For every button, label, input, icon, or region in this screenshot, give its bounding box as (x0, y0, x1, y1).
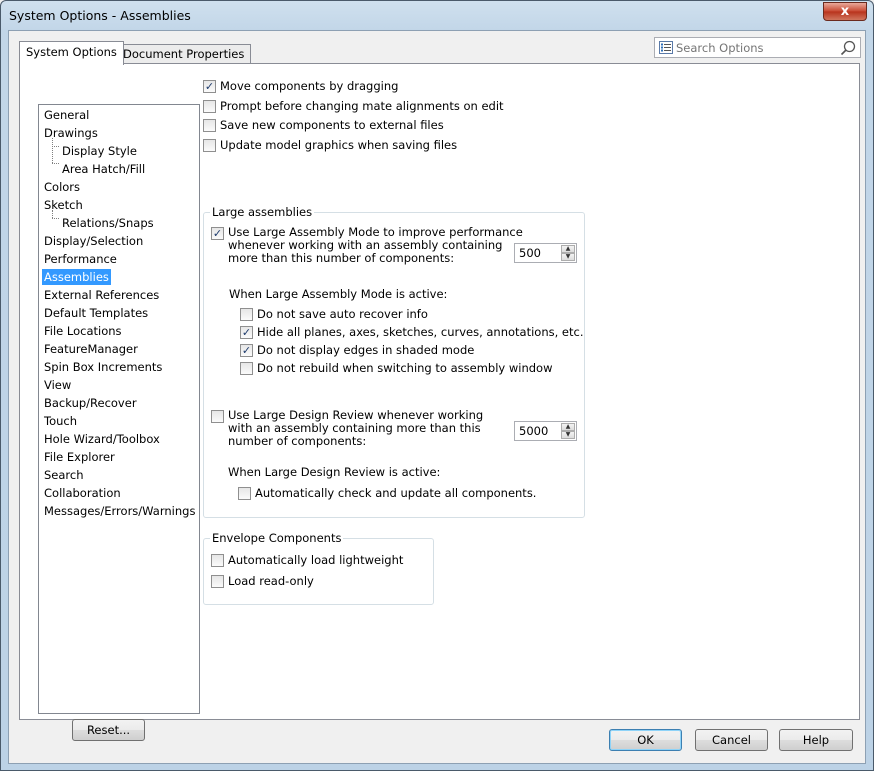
envelope-components-title: Envelope Components (210, 531, 344, 545)
tree-item[interactable]: Assemblies (42, 269, 111, 285)
lam-threshold-spinbox[interactable]: ▲ ▼ (514, 243, 577, 263)
top-option-label: Move components by dragging (220, 79, 399, 93)
ldr-threshold-spinbox[interactable]: ▲ ▼ (514, 421, 577, 441)
tree-item[interactable]: Hole Wizard/Toolbox (42, 431, 162, 447)
top-option-checkbox[interactable] (203, 99, 216, 113)
envelope-option-label: Automatically load lightweight (228, 553, 404, 567)
search-options-box[interactable] (654, 37, 861, 58)
ldr-description-line3: number of components: (228, 434, 367, 448)
tree-connector (52, 138, 53, 163)
close-button[interactable]: x (823, 2, 867, 21)
tree-item[interactable]: Backup/Recover (42, 395, 139, 411)
spin-up-arrow-icon[interactable]: ▲ (561, 423, 575, 431)
tree-item[interactable]: General (42, 107, 91, 123)
tree-item[interactable]: Area Hatch/Fill (60, 161, 147, 177)
tree-item[interactable]: Messages/Errors/Warnings (42, 503, 197, 519)
spin-down-arrow-icon[interactable]: ▼ (561, 253, 575, 261)
lam-active-label: When Large Assembly Mode is active: (229, 287, 448, 301)
envelope-option-checkbox[interactable] (211, 554, 224, 567)
dialog-client: System Options Document Properties Searc… (8, 30, 866, 764)
envelope-option-label: Load read-only (228, 574, 314, 588)
tree-item[interactable]: Sketch (42, 197, 85, 213)
ok-button[interactable]: OK (609, 729, 682, 751)
tree-item[interactable]: Search (42, 467, 86, 483)
tab-document-properties[interactable]: Document Properties (116, 44, 252, 64)
tree-item[interactable]: Colors (42, 179, 82, 195)
lam-sub-option-checkbox[interactable]: ✓ (240, 326, 253, 339)
tree-item[interactable]: FeatureManager (42, 341, 140, 357)
magnifier-icon[interactable] (840, 40, 856, 56)
window-title: System Options - Assemblies (9, 8, 191, 23)
system-options-window: System Options - Assemblies x System Opt… (0, 0, 874, 771)
lam-sub-option-label: Do not display edges in shaded mode (257, 343, 475, 357)
ldr-auto-check-checkbox[interactable] (238, 487, 251, 500)
lam-sub-option-label: Do not save auto recover info (257, 307, 428, 321)
options-list-icon (659, 41, 673, 54)
lam-sub-option-label: Hide all planes, axes, sketches, curves,… (257, 325, 584, 339)
ldr-auto-check-label: Automatically check and update all compo… (255, 486, 537, 500)
lam-sub-option-checkbox[interactable] (240, 308, 253, 321)
tree-connector (52, 146, 59, 147)
tree-item[interactable]: External References (42, 287, 161, 303)
tree-item[interactable]: Display/Selection (42, 233, 145, 249)
lam-sub-option-checkbox[interactable]: ✓ (240, 344, 253, 357)
tree-item[interactable]: Default Templates (42, 305, 150, 321)
ldr-active-label: When Large Design Review is active: (228, 465, 441, 479)
spin-down-arrow-icon[interactable]: ▼ (561, 431, 575, 439)
lam-threshold-input[interactable] (519, 246, 559, 260)
tree-item[interactable]: Display Style (60, 143, 139, 159)
spin-up-arrow-icon[interactable]: ▲ (561, 245, 575, 253)
top-option-checkbox[interactable] (203, 138, 216, 152)
top-option-label: Update model graphics when saving files (220, 137, 458, 152)
lam-sub-option-checkbox[interactable] (240, 362, 253, 375)
help-button[interactable]: Help (779, 729, 853, 751)
tree-item[interactable]: File Explorer (42, 449, 117, 465)
tab-system-options[interactable]: System Options (19, 41, 124, 65)
tree-item[interactable]: File Locations (42, 323, 124, 339)
title-bar[interactable]: System Options - Assemblies x (1, 1, 873, 29)
tree-connector (52, 218, 59, 219)
reset-button[interactable]: Reset... (72, 719, 145, 741)
tree-connector (52, 163, 59, 164)
search-input[interactable] (676, 39, 836, 56)
tree-item[interactable]: Drawings (42, 125, 100, 141)
lam-description-line3: more than this number of components: (228, 251, 455, 265)
large-assemblies-title: Large assemblies (210, 205, 315, 219)
large-design-review-checkbox[interactable] (211, 410, 224, 423)
tree-item[interactable]: Collaboration (42, 485, 123, 501)
ldr-threshold-input[interactable] (519, 424, 559, 438)
tree-item[interactable]: Performance (42, 251, 119, 267)
top-option-checkbox[interactable] (203, 119, 216, 132)
top-option-label: Save new components to external files (220, 118, 444, 132)
tree-item[interactable]: View (42, 377, 73, 393)
tree-item[interactable]: Touch (42, 413, 79, 429)
large-assembly-mode-checkbox[interactable]: ✓ (211, 227, 224, 240)
tree-item[interactable]: Relations/Snaps (60, 215, 156, 231)
system-options-panel: General Drawings Display Style Area Hatch/F… (19, 63, 860, 741)
options-tree[interactable]: General Drawings Display Style Area Hatch/F… (38, 104, 200, 714)
lam-sub-option-label: Do not rebuild when switching to assembl… (257, 361, 553, 375)
top-option-label: Prompt before changing mate alignments o… (220, 98, 504, 113)
envelope-components-group: Envelope Components (203, 531, 434, 605)
envelope-option-checkbox[interactable] (211, 575, 224, 588)
cancel-button[interactable]: Cancel (695, 729, 768, 751)
top-option-checkbox[interactable]: ✓ (203, 80, 216, 93)
tree-item[interactable]: Spin Box Increments (42, 359, 164, 375)
